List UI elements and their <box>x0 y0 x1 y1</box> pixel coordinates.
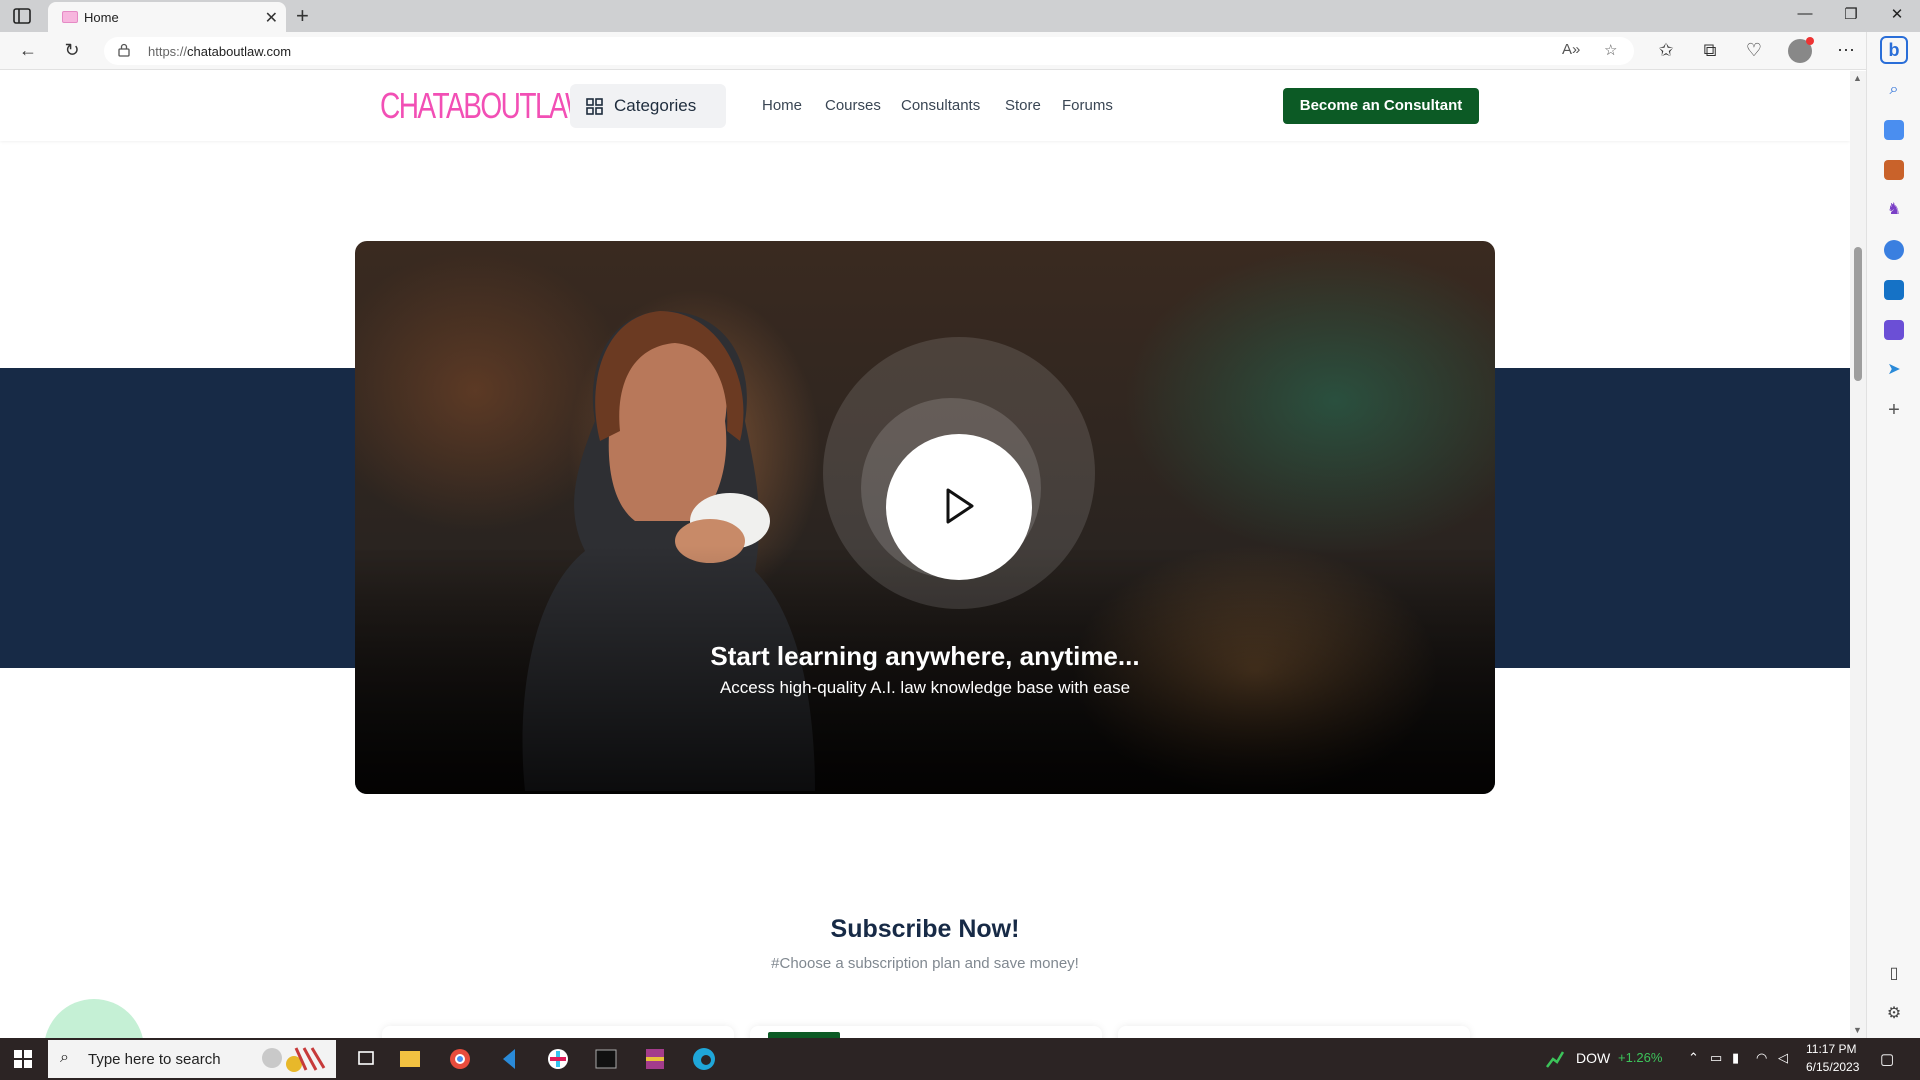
plan-card[interactable] <box>750 1026 1102 1038</box>
device-icon[interactable]: ▭ <box>1710 1050 1722 1066</box>
chrome-icon[interactable] <box>440 1043 480 1075</box>
hero-subtitle: Access high-quality A.I. law knowledge b… <box>719 678 1131 697</box>
ticker-change[interactable]: +1.26% <box>1618 1050 1662 1065</box>
tab-title: Home <box>84 10 119 25</box>
vscode-icon[interactable] <box>489 1043 529 1075</box>
tab-close-icon[interactable]: ✕ <box>265 8 278 28</box>
nav-courses[interactable]: Courses <box>825 97 881 114</box>
profile-avatar[interactable] <box>1788 37 1814 63</box>
close-window-button[interactable]: ✕ <box>1882 5 1912 23</box>
categories-label: Categories <box>614 96 697 115</box>
search-placeholder: Type here to search <box>88 1051 221 1068</box>
decorative-blob <box>44 999 144 1038</box>
terminal-icon[interactable] <box>586 1043 626 1075</box>
site-logo[interactable]: CHATABOUTLAW <box>380 85 592 127</box>
outlook-icon[interactable] <box>1884 280 1904 300</box>
games-icon[interactable]: ♞ <box>1884 200 1904 220</box>
file-explorer-icon[interactable] <box>390 1043 430 1075</box>
stock-chart-icon <box>1546 1051 1564 1068</box>
task-view-icon[interactable] <box>346 1043 386 1075</box>
nav-consultants[interactable]: Consultants <box>901 97 980 114</box>
restore-button[interactable]: ❐ <box>1836 5 1866 23</box>
page-scrollbar[interactable]: ▲ ▼ <box>1850 71 1866 1038</box>
site-header: CHATABOUTLAW Categories Home Courses Con… <box>0 71 1850 141</box>
nav-home[interactable]: Home <box>762 97 802 114</box>
more-options-icon[interactable]: ⋯ <box>1834 40 1858 61</box>
back-icon[interactable]: ← <box>16 40 40 61</box>
search-icon: ⌕ <box>60 1049 69 1066</box>
sidebar-settings-icon[interactable]: ⚙ <box>1884 1004 1904 1024</box>
browser-tab-bar: Home ✕ + — ❐ ✕ <box>0 0 1920 32</box>
collections-icon[interactable]: ⧉ <box>1698 40 1722 61</box>
subscribe-title: Subscribe Now! <box>830 915 1020 943</box>
address-bar[interactable]: https://chataboutlaw.com A» ☆ <box>104 37 1634 65</box>
minimize-button[interactable]: — <box>1790 5 1820 22</box>
clock-date[interactable]: 6/15/2023 <box>1806 1060 1859 1074</box>
refresh-icon[interactable]: ↻ <box>60 40 84 61</box>
hero-video[interactable]: Start learning anywhere, anytime... Acce… <box>355 241 1495 794</box>
play-button[interactable] <box>886 434 1032 580</box>
read-aloud-icon[interactable]: A» <box>1562 41 1580 58</box>
browser-toolbar: ← ↻ https://chataboutlaw.com A» ☆ ✩ ⧉ ♡ … <box>0 32 1920 70</box>
show-hidden-icons-icon[interactable]: ⌃ <box>1688 1050 1699 1066</box>
winrar-icon[interactable] <box>635 1043 675 1075</box>
nav-store[interactable]: Store <box>1005 97 1041 114</box>
plan-card[interactable] <box>382 1026 734 1038</box>
play-icon <box>946 488 974 524</box>
lock-icon[interactable] <box>118 43 130 57</box>
notifications-icon[interactable]: ▢ <box>1880 1050 1894 1068</box>
subscribe-subtitle: #Choose a subscription plan and save mon… <box>771 955 1079 972</box>
scroll-up-icon[interactable]: ▲ <box>1853 73 1862 83</box>
shopping-icon[interactable] <box>1884 120 1904 140</box>
hide-sidebar-icon[interactable]: ▯ <box>1884 964 1904 984</box>
edge-sidebar: b ⌕ ♞ ➤ + ▯ ⚙ <box>1866 32 1920 1038</box>
search-highlight-icon <box>262 1047 326 1072</box>
microsoft-365-icon[interactable] <box>1884 240 1904 260</box>
scrollbar-thumb[interactable] <box>1854 247 1862 381</box>
new-tab-button[interactable]: + <box>296 3 309 29</box>
browser-essentials-icon[interactable]: ♡ <box>1742 40 1766 61</box>
become-consultant-button[interactable]: Become an Consultant <box>1283 88 1479 124</box>
grid-icon <box>586 98 603 115</box>
scroll-down-icon[interactable]: ▼ <box>1853 1025 1862 1035</box>
page-viewport: CHATABOUTLAW Categories Home Courses Con… <box>0 71 1850 1038</box>
add-sidebar-app-icon[interactable]: + <box>1884 400 1904 420</box>
windows-taskbar: ⌕ Type here to search DOW +1.26% ⌃ ▭ ▮ ◠… <box>0 1038 1920 1080</box>
tab-actions-icon[interactable] <box>12 7 32 25</box>
slack-icon[interactable] <box>538 1043 578 1075</box>
drop-icon[interactable]: ➤ <box>1884 360 1904 380</box>
site-favicon-icon <box>62 11 78 23</box>
edge-icon[interactable] <box>684 1043 724 1075</box>
hero-title: Start learning anywhere, anytime... <box>710 641 1140 671</box>
url-text[interactable]: https://chataboutlaw.com <box>148 44 291 59</box>
tools-icon[interactable] <box>1884 160 1904 180</box>
categories-button[interactable]: Categories <box>570 84 726 128</box>
taskbar-search[interactable]: ⌕ Type here to search <box>48 1040 336 1078</box>
browser-tab[interactable]: Home ✕ <box>48 2 286 32</box>
ticker-name[interactable]: DOW <box>1576 1050 1610 1066</box>
bing-chat-icon[interactable]: b <box>1880 36 1908 64</box>
plan-card[interactable] <box>1118 1026 1470 1038</box>
volume-icon[interactable]: ◁ <box>1778 1050 1788 1066</box>
favorite-star-icon[interactable]: ☆ <box>1604 41 1617 59</box>
favorites-icon[interactable]: ✩ <box>1654 40 1678 61</box>
search-icon[interactable]: ⌕ <box>1884 80 1904 100</box>
windows-start-icon[interactable] <box>14 1050 32 1068</box>
nav-forums[interactable]: Forums <box>1062 97 1113 114</box>
clock-time[interactable]: 11:17 PM <box>1806 1042 1856 1056</box>
designer-icon[interactable] <box>1884 320 1904 340</box>
wifi-icon[interactable]: ◠ <box>1756 1050 1767 1066</box>
battery-icon[interactable]: ▮ <box>1732 1050 1739 1066</box>
